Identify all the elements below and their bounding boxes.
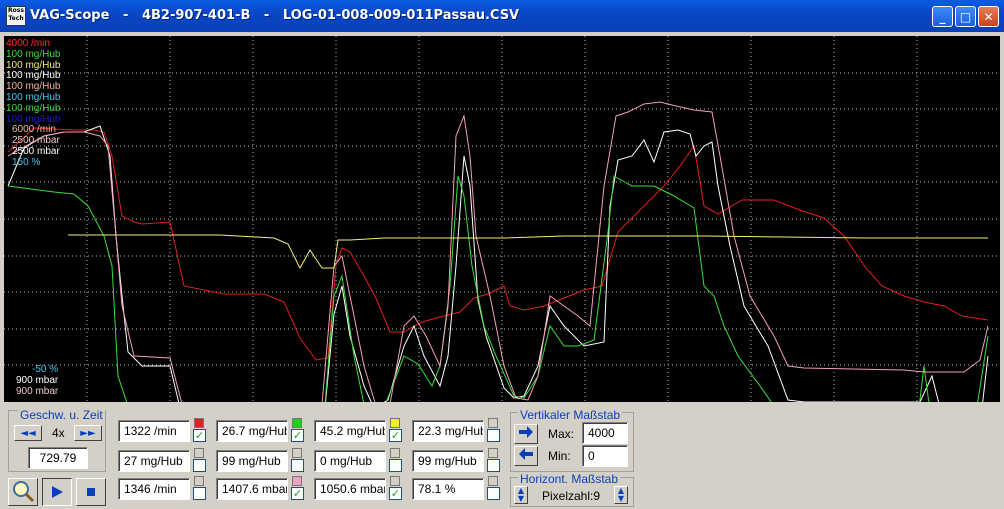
scale-down-button[interactable] [514, 446, 538, 466]
scale-label: 900 mbar [16, 386, 59, 397]
channel-value-field: 78.1 % [412, 478, 484, 500]
channel-enable-checkbox[interactable]: ✓ [389, 429, 402, 442]
time-display: 729.79 [28, 447, 88, 469]
channel-value-field: 1050.6 mbar [314, 478, 386, 500]
playback-rate: 4x [52, 426, 65, 440]
scale-label: 100 mg/Hub [6, 81, 61, 93]
channel-color-swatch[interactable] [292, 476, 302, 486]
channel-color-swatch[interactable] [194, 418, 204, 428]
channel-value-field: 1322 /min [118, 420, 190, 442]
scale-label: 100 mg/Hub [6, 48, 61, 60]
scale-label: 100 mg/Hub [6, 59, 61, 71]
horizontal-scale-title: Horizont. Maßstab [518, 472, 621, 486]
scale-label: 100 mg/Hub [6, 102, 61, 114]
hscale-increase-button[interactable]: ▲ ▼ [614, 486, 628, 504]
play-icon [52, 486, 63, 498]
channel-enable-checkbox[interactable]: ✓ [291, 429, 304, 442]
channel-value-field: 45.2 mg/Hub [314, 420, 386, 442]
channel-color-swatch[interactable] [488, 418, 498, 428]
scale-label: 100 mg/Hub [6, 113, 61, 125]
channel-value-field: 1407.6 mbar [216, 478, 288, 500]
trace-plot [4, 36, 1000, 402]
channel-enable-checkbox[interactable] [389, 459, 402, 472]
stop-button[interactable] [76, 478, 106, 506]
channel-color-swatch[interactable] [390, 448, 400, 458]
channel-enable-checkbox[interactable] [487, 429, 500, 442]
vertical-scale-title: Vertikaler Maßstab [518, 408, 623, 422]
trace-rpm [7, 127, 989, 361]
oscilloscope-display[interactable]: 4000 /min 100 mg/Hub 100 mg/Hub 100 mg/Hub 1… [4, 36, 1000, 402]
scale-label: 100 mg/Hub [6, 70, 61, 82]
speed-time-title: Geschw. u. Zeit [18, 408, 105, 422]
title-bar: Ross Tech VAG-Scope - 4B2-907-401-B - LO… [0, 0, 1004, 32]
channel-color-swatch[interactable] [488, 448, 498, 458]
channel-value-field: 0 mg/Hub [314, 450, 386, 472]
channel-value-field: 99 mg/Hub [216, 450, 288, 472]
app-logo-icon: Ross Tech [6, 6, 26, 26]
scale-label: 2500 mbar [12, 146, 60, 157]
channel-enable-checkbox[interactable]: ✓ [193, 429, 206, 442]
window-title: VAG-Scope - 4B2-907-401-B - LOG-01-008-0… [30, 8, 520, 23]
scale-label: 100 mg/Hub [6, 92, 61, 103]
rewind-button[interactable]: ◄◄ [14, 425, 42, 441]
channel-enable-checkbox[interactable]: ✓ [389, 487, 402, 500]
fast-forward-button[interactable]: ►► [74, 425, 102, 441]
channel-color-swatch[interactable] [194, 476, 204, 486]
channel-value-field: 22.3 mg/Hub [412, 420, 484, 442]
scale-max-input[interactable]: 4000 [582, 422, 628, 444]
trace-maf [7, 101, 989, 402]
scale-label: -50 % [32, 364, 59, 375]
maximize-button[interactable]: □ [955, 6, 976, 27]
play-button[interactable] [42, 478, 72, 506]
scale-label: 900 mbar [16, 375, 59, 386]
channel-color-swatch[interactable] [292, 418, 302, 428]
scale-up-button[interactable] [514, 424, 538, 444]
scale-label: 4000 /min [6, 38, 50, 49]
channel-color-swatch[interactable] [488, 476, 498, 486]
channel-color-swatch[interactable] [194, 448, 204, 458]
channel-enable-checkbox[interactable] [487, 487, 500, 500]
scale-label: 150 % [12, 156, 41, 168]
channel-enable-checkbox[interactable] [291, 459, 304, 472]
min-label: Min: [548, 449, 571, 463]
channel-value-field: 26.7 mg/Hub [216, 420, 288, 442]
channel-enable-checkbox[interactable]: ✓ [291, 487, 304, 500]
arrow-right-icon [519, 426, 533, 438]
trace-egr [68, 234, 988, 270]
channel-color-swatch[interactable] [292, 448, 302, 458]
pixel-count: Pixelzahl:9 [542, 489, 601, 503]
close-button[interactable]: ✕ [978, 6, 999, 27]
stop-icon [87, 488, 95, 496]
max-label: Max: [548, 427, 575, 441]
channel-value-field: 1346 /min [118, 478, 190, 500]
scale-label: 6000 /min [12, 124, 56, 136]
hscale-decrease-button[interactable]: ▲ ▼ [514, 486, 528, 504]
channel-color-swatch[interactable] [390, 476, 400, 486]
channel-enable-checkbox[interactable] [193, 459, 206, 472]
channel-color-swatch[interactable] [390, 418, 400, 428]
minimize-button[interactable]: _ [932, 6, 953, 27]
channel-value-field: 99 mg/Hub [412, 450, 484, 472]
channel-enable-checkbox[interactable] [487, 459, 500, 472]
channel-value-field: 27 mg/Hub [118, 450, 190, 472]
zoom-button[interactable] [8, 478, 38, 506]
arrow-left-icon [519, 448, 533, 460]
scale-label: 2500 mbar [12, 135, 60, 147]
channel-enable-checkbox[interactable] [193, 487, 206, 500]
scale-min-input[interactable]: 0 [582, 445, 628, 467]
magnifier-icon [13, 481, 35, 503]
